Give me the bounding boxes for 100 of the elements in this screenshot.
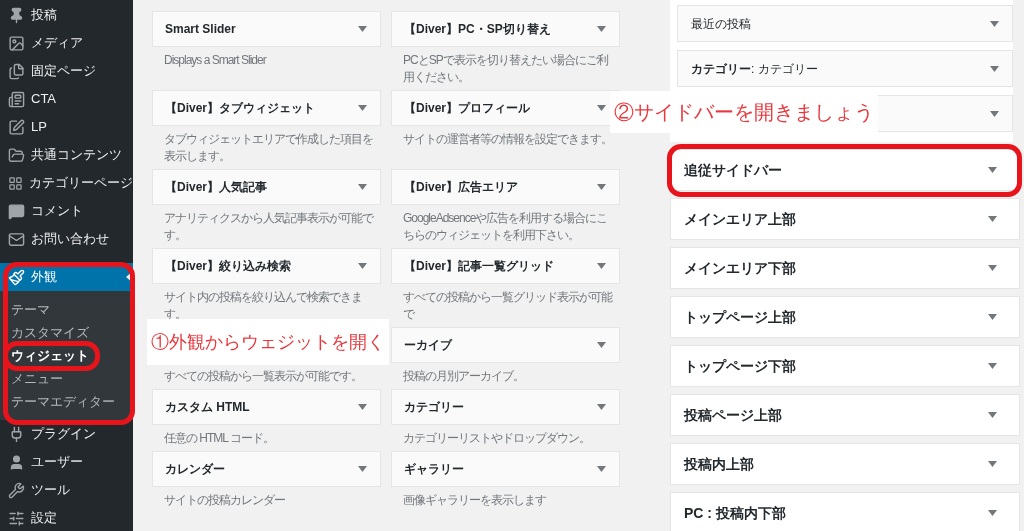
widget-title-bar[interactable]: 【Diver】PC・SP切り替え — [391, 11, 620, 47]
widget-title-bar[interactable]: 【Diver】広告エリア — [391, 169, 620, 205]
widget-title-bar[interactable]: 最近の投稿 — [677, 5, 1013, 42]
widget-title: 最近の投稿 — [691, 15, 751, 33]
annotation-tooltip: ②サイドバーを開きましょう — [610, 91, 878, 133]
caret-icon — [988, 363, 997, 369]
widget-title: 【Diver】プロフィール — [404, 100, 531, 117]
widget-description: サイトの運営者等の情報を設定できます。 — [402, 131, 613, 148]
caret-icon — [988, 412, 997, 418]
widget-area-header[interactable]: 投稿ページ上部 — [670, 394, 1020, 436]
pin-icon — [8, 6, 25, 24]
widget-title: カテゴリー — [404, 399, 464, 416]
widget-description: 任意の HTML コード。 — [163, 430, 275, 447]
widget-title-bar[interactable]: 【Diver】タブウィジェット — [152, 90, 381, 126]
widget-title: 【Diver】PC・SP切り替え — [404, 21, 551, 38]
widget-description: 画像ギャラリーを表示します — [402, 492, 547, 509]
submenu-item[interactable]: テーマエディター — [0, 391, 133, 414]
caret-icon — [990, 110, 999, 117]
widget-title: 【Diver】絞り込み検索 — [165, 258, 292, 275]
widget-title-bar[interactable]: カレンダー — [152, 451, 381, 487]
caret-icon — [358, 105, 367, 111]
paintbrush-icon — [8, 268, 25, 286]
caret-icon — [597, 26, 606, 32]
widget-description: GoogleAdsenceや広告を利用する場合にこちらのウィジェットを利用下さい。 — [402, 210, 609, 244]
submenu-item[interactable]: ウィジェット — [0, 345, 133, 368]
sidebar-item[interactable]: 投稿 — [0, 1, 133, 29]
widget-area-header[interactable]: トップページ下部 — [670, 345, 1020, 387]
person-icon — [8, 453, 25, 471]
sidebar-item[interactable]: ユーザー — [0, 448, 133, 476]
widget-title-bar[interactable]: カスタム HTML — [152, 389, 381, 425]
widget-description: Displays a Smart Slider — [163, 52, 268, 69]
caret-icon — [358, 26, 367, 32]
grid-icon — [8, 174, 23, 192]
widget-title-bar[interactable]: カテゴリー: カテゴリー — [677, 50, 1013, 87]
caret-icon — [597, 404, 606, 410]
widget-description: タブウィジェットエリアで作成した項目を表示します。 — [163, 131, 374, 165]
sidebar-item[interactable]: ツール — [0, 476, 133, 504]
submenu-item[interactable]: メニュー — [0, 368, 133, 391]
submenu-item[interactable]: テーマ — [0, 299, 133, 322]
widget-title-bar[interactable]: 【Diver】人気記事 — [152, 169, 381, 205]
widget-title: ギャラリー — [404, 461, 464, 478]
caret-icon — [597, 342, 606, 348]
sidebar-item[interactable]: カテゴリーページ — [0, 169, 133, 197]
caret-icon — [358, 404, 367, 410]
sidebar-item[interactable]: お問い合わせ — [0, 225, 133, 253]
widget-title: 【Diver】タブウィジェット — [165, 100, 316, 117]
widget-title: カレンダー — [165, 461, 225, 478]
caret-icon — [597, 184, 606, 190]
widget-title-bar[interactable]: 【Diver】絞り込み検索 — [152, 248, 381, 284]
speech-bubble-icon — [8, 202, 25, 220]
caret-icon — [990, 65, 999, 72]
widget-area-header[interactable]: 投稿内上部 — [670, 443, 1020, 485]
caret-icon — [988, 265, 997, 271]
widget-title-bar[interactable]: Smart Slider — [152, 11, 381, 47]
sidebar-item[interactable]: プラグイン — [0, 420, 133, 448]
sidebar-item[interactable]: コメント — [0, 197, 133, 225]
widget-title: 【Diver】広告エリア — [404, 179, 519, 196]
pen-icon — [8, 118, 25, 136]
caret-icon — [358, 466, 367, 472]
sidebar-item[interactable]: 設定 — [0, 504, 133, 531]
widget-title: カテゴリー: カテゴリー — [691, 60, 818, 78]
sidebar-item[interactable]: メディア — [0, 29, 133, 57]
caret-icon — [597, 466, 606, 472]
envelope-icon — [8, 230, 25, 248]
widget-description: すべての投稿から一覧表示が可能です。 — [163, 368, 363, 385]
annotation-tooltip: ①外観からウェジットを開く — [147, 319, 389, 365]
widget-area-header[interactable]: メインエリア下部 — [670, 247, 1020, 289]
sidebar-item[interactable]: LP — [0, 113, 133, 141]
widget-title: 【Diver】人気記事 — [165, 179, 268, 196]
widget-title-bar[interactable]: ーカイブ — [391, 327, 620, 363]
widget-description: 投稿の月別アーカイブ。 — [402, 368, 525, 385]
caret-icon — [358, 184, 367, 190]
caret-icon — [988, 461, 997, 467]
widget-area-title: PC : 投稿内下部 — [684, 503, 786, 523]
widget-area-title: メインエリア上部 — [684, 209, 796, 229]
image-icon — [8, 34, 25, 52]
widget-area-title: トップページ下部 — [684, 356, 796, 376]
newspaper-icon — [8, 90, 25, 108]
submenu-item[interactable]: カスタマイズ — [0, 322, 133, 345]
widget-area-header[interactable]: PC : 投稿内下部 — [670, 492, 1020, 531]
widget-area-title: 投稿ページ上部 — [684, 405, 782, 425]
caret-icon — [990, 20, 999, 27]
caret-icon — [597, 263, 606, 269]
sidebar-item[interactable]: 共通コンテンツ — [0, 141, 133, 169]
caret-icon — [597, 105, 606, 111]
widget-description: サイトの投稿カレンダー — [163, 492, 286, 509]
widget-area-header[interactable]: トップページ上部 — [670, 296, 1020, 338]
sidebar-item[interactable]: CTA — [0, 85, 133, 113]
widget-area-header[interactable]: メインエリア上部 — [670, 198, 1020, 240]
sidebar-item[interactable]: 固定ページ — [0, 57, 133, 85]
widget-area-header[interactable]: 追従サイドバー — [670, 149, 1020, 191]
widget-title-bar[interactable]: ギャラリー — [391, 451, 620, 487]
widget-area-title: トップページ上部 — [684, 307, 796, 327]
widget-title-bar[interactable]: 【Diver】記事一覧グリッド — [391, 248, 620, 284]
widget-title-bar[interactable]: カテゴリー — [391, 389, 620, 425]
widget-area-title: メインエリア下部 — [684, 258, 796, 278]
widget-description: アナリティクスから人気記事表示が可能です。 — [163, 210, 375, 244]
caret-icon — [988, 510, 997, 516]
widget-title: Smart Slider — [165, 21, 236, 38]
caret-icon — [988, 314, 997, 320]
